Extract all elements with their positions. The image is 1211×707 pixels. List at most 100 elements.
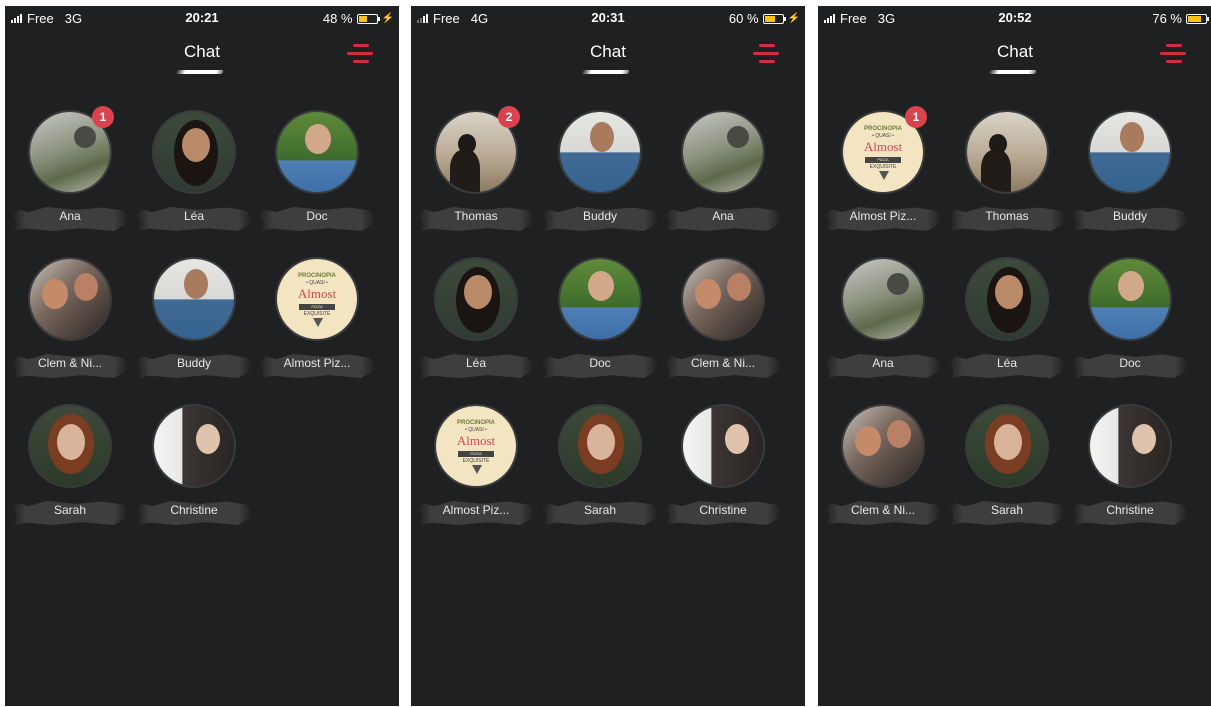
contact-item[interactable]: Doc — [1072, 257, 1188, 378]
clem-photo — [30, 259, 110, 339]
logo-bottom-text: EXQUISITE — [303, 311, 331, 317]
avatar-head — [588, 271, 614, 301]
contact-avatar[interactable] — [681, 404, 765, 488]
contact-item[interactable]: Clem & Ni... — [12, 257, 128, 378]
contact-avatar[interactable] — [434, 257, 518, 341]
contact-avatar[interactable] — [152, 110, 236, 194]
pizza-logo: PROCINOPIA • QUASI • Almost PIZZA EXQUISITE — [436, 406, 516, 486]
contact-item[interactable]: Léa — [949, 257, 1065, 378]
contact-item[interactable]: Christine — [1072, 404, 1188, 525]
avatar-head — [74, 126, 96, 148]
contact-item[interactable]: Ana — [665, 110, 781, 231]
contact-name: Sarah — [53, 503, 87, 517]
buddy-photo — [1090, 112, 1170, 192]
contact-name: Ana — [59, 209, 81, 223]
contact-item[interactable]: Clem & Ni... — [825, 404, 941, 525]
contact-avatar[interactable] — [965, 404, 1049, 488]
battery-icon — [356, 13, 380, 24]
contact-item[interactable]: Doc — [259, 110, 375, 231]
contact-name: Buddy — [1112, 209, 1148, 223]
title-brush-underline — [988, 70, 1037, 74]
logo-bottom-text: EXQUISITE — [869, 164, 897, 170]
sarah-photo — [967, 406, 1047, 486]
avatar-head — [1118, 271, 1144, 301]
contact-item[interactable]: Christine — [665, 404, 781, 525]
contact-name: Christine — [170, 503, 218, 517]
avatar-head — [590, 122, 614, 152]
clem-photo — [683, 259, 763, 339]
sarah-photo — [560, 406, 640, 486]
contact-avatar[interactable] — [1088, 110, 1172, 194]
contact-avatar[interactable] — [152, 257, 236, 341]
battery-icon — [1186, 13, 1209, 24]
menu-icon[interactable] — [1160, 44, 1186, 66]
contact-item[interactable]: Doc — [542, 257, 658, 378]
contact-avatar[interactable] — [841, 257, 925, 341]
contact-item[interactable]: Buddy — [1072, 110, 1188, 231]
battery-percent: 60 % — [728, 11, 759, 26]
contact-avatar[interactable] — [1088, 257, 1172, 341]
contact-avatar[interactable] — [681, 257, 765, 341]
avatar-head — [1120, 122, 1144, 152]
contact-item[interactable]: Léa — [418, 257, 534, 378]
contact-avatar[interactable] — [28, 404, 112, 488]
contact-avatar[interactable] — [681, 110, 765, 194]
lea-photo — [436, 259, 516, 339]
menu-icon[interactable] — [347, 44, 373, 66]
contact-avatar[interactable] — [275, 110, 359, 194]
logo-top-text: PROCINOPIA — [456, 420, 495, 426]
contact-name: Almost Piz... — [442, 503, 510, 517]
contact-item[interactable]: Buddy — [136, 257, 252, 378]
status-bar: Free 4G 20:31 60 % ⚡ — [411, 6, 805, 30]
contact-item[interactable]: 1 Ana — [12, 106, 128, 231]
christine-photo — [1090, 406, 1170, 486]
contact-item[interactable]: Sarah — [949, 404, 1065, 525]
contact-avatar[interactable] — [965, 257, 1049, 341]
avatar-head — [994, 424, 1022, 460]
contact-avatar[interactable] — [152, 404, 236, 488]
contact-avatar[interactable] — [558, 404, 642, 488]
contact-avatar[interactable] — [558, 257, 642, 341]
buddy-photo — [560, 112, 640, 192]
contact-name: Sarah — [583, 503, 617, 517]
contact-item[interactable]: Léa — [136, 110, 252, 231]
phone-screen-2: Free 4G 20:31 60 % ⚡ Chat 2 Thomas Buddy Ana Léa Do… — [411, 6, 805, 706]
contact-avatar[interactable] — [558, 110, 642, 194]
battery-percent: 48 % — [322, 11, 353, 26]
title-brush-underline — [175, 70, 224, 74]
contact-avatar[interactable] — [1088, 404, 1172, 488]
contact-avatar[interactable] — [28, 257, 112, 341]
avatar-body — [450, 150, 480, 192]
avatar-head — [182, 128, 210, 162]
contact-item[interactable]: Sarah — [12, 404, 128, 525]
avatar-head — [995, 275, 1023, 309]
christine-photo — [154, 406, 234, 486]
contact-avatar[interactable] — [841, 404, 925, 488]
contact-item[interactable]: Buddy — [542, 110, 658, 231]
avatar-body — [981, 150, 1011, 192]
contact-item[interactable]: Thomas — [949, 110, 1065, 231]
avatar-head — [305, 124, 331, 154]
contact-item[interactable]: PROCINOPIA • QUASI • Almost PIZZA EXQUISITE A… — [259, 257, 375, 378]
page-title: Chat — [184, 42, 220, 61]
contact-item[interactable]: PROCINOPIA • QUASI • Almost PIZZA EXQUISITE A… — [418, 404, 534, 525]
contact-item[interactable]: Ana — [825, 257, 941, 378]
avatar-head — [196, 424, 220, 454]
page-title: Chat — [997, 42, 1033, 61]
contact-item[interactable]: PROCINOPIA • QUASI • Almost PIZZA EXQUISITE 1… — [825, 106, 941, 231]
contact-item[interactable]: Sarah — [542, 404, 658, 525]
menu-icon[interactable] — [753, 44, 779, 66]
avatar-head — [695, 279, 721, 309]
contact-name: Buddy — [176, 356, 212, 370]
ana-photo — [683, 112, 763, 192]
contact-item[interactable]: Christine — [136, 404, 252, 525]
contact-name: Thomas — [454, 209, 498, 223]
contact-item[interactable]: 2 Thomas — [418, 106, 534, 231]
logo-word: Almost — [456, 433, 496, 448]
contact-avatar[interactable]: PROCINOPIA • QUASI • Almost PIZZA EXQUISITE — [434, 404, 518, 488]
contact-avatar[interactable] — [965, 110, 1049, 194]
contact-avatar[interactable]: PROCINOPIA • QUASI • Almost PIZZA EXQUISITE — [275, 257, 359, 341]
contact-item[interactable]: Clem & Ni... — [665, 257, 781, 378]
charging-bolt-icon: ⚡ — [381, 13, 394, 24]
phone-screen-3: Free 3G 20:52 76 % Chat PROCINOPIA • QUASI • Al… — [818, 6, 1211, 706]
